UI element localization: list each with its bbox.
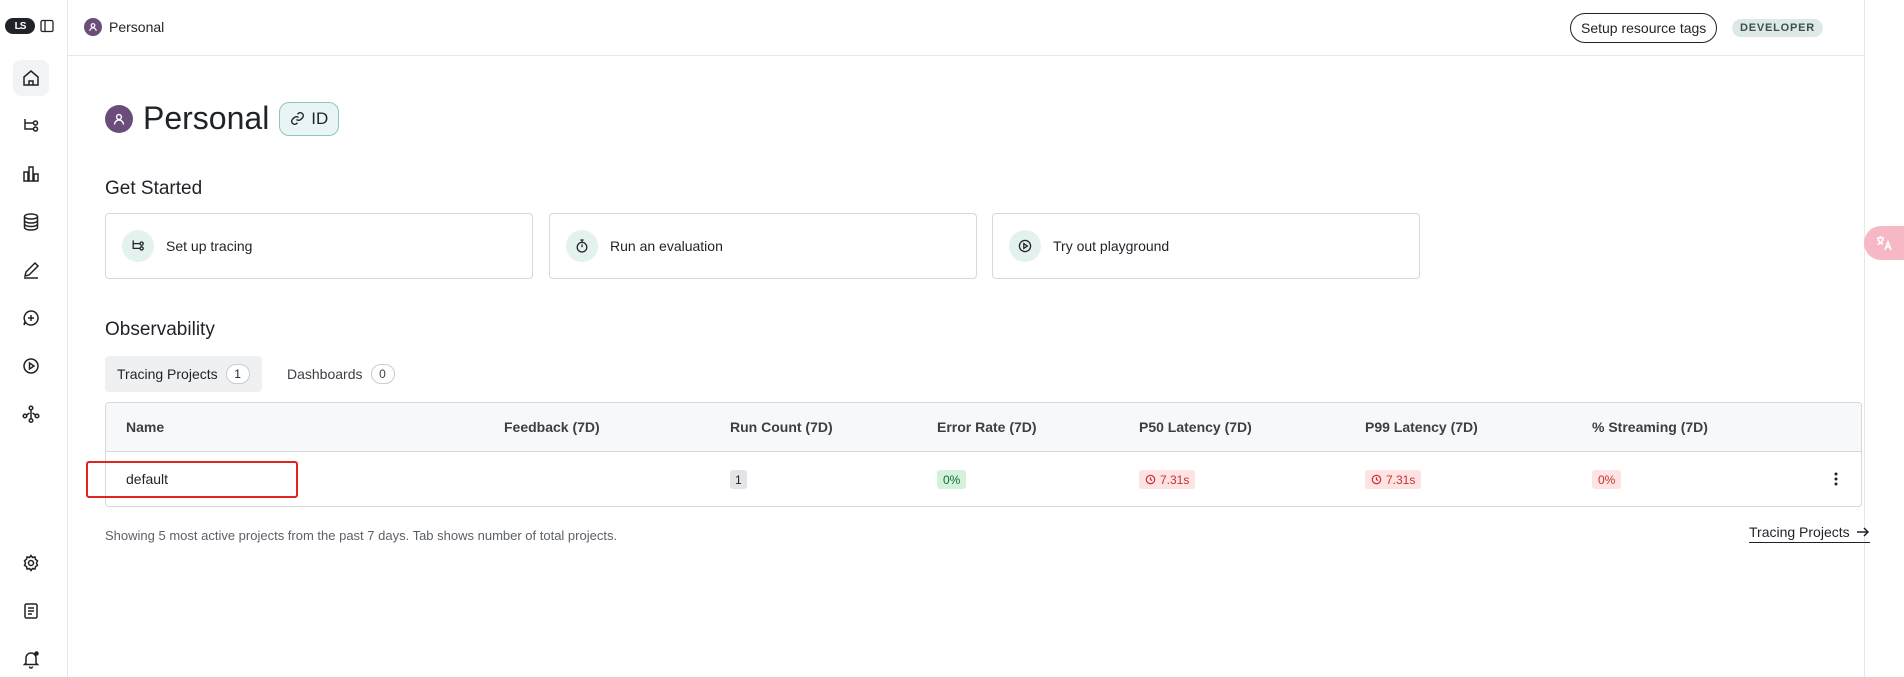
p50-latency-badge: 7.31s: [1139, 470, 1196, 489]
run-evaluation-card[interactable]: Run an evaluation: [549, 213, 977, 279]
try-playground-card[interactable]: Try out playground: [992, 213, 1420, 279]
more-options-icon[interactable]: [1824, 467, 1848, 491]
arrow-right-icon: [1856, 527, 1869, 537]
tab-dashboards[interactable]: Dashboards 0: [275, 356, 407, 392]
translate-icon[interactable]: [1864, 226, 1904, 260]
column-header-p99-latency[interactable]: P99 Latency (7D): [1365, 419, 1478, 435]
workspace-avatar-icon: [84, 18, 102, 36]
docs-icon[interactable]: [13, 593, 49, 629]
p99-latency-value: 7.31s: [1386, 472, 1416, 487]
column-header-feedback[interactable]: Feedback (7D): [504, 419, 600, 435]
sidebar: LS: [0, 0, 68, 677]
workspace-avatar-icon: [105, 104, 133, 133]
highlight-box: [86, 461, 298, 498]
play-circle-icon: [1009, 230, 1041, 262]
annotation-icon[interactable]: [13, 252, 49, 288]
tracing-projects-link[interactable]: Tracing Projects: [1749, 524, 1870, 543]
settings-icon[interactable]: [13, 545, 49, 581]
column-header-streaming[interactable]: % Streaming (7D): [1592, 419, 1708, 435]
column-header-error-rate[interactable]: Error Rate (7D): [937, 419, 1037, 435]
id-chip-label: ID: [311, 108, 329, 128]
tab-label: Tracing Projects: [117, 366, 218, 382]
tab-tracing-projects[interactable]: Tracing Projects 1: [105, 356, 262, 392]
observability-title: Observability: [105, 319, 215, 340]
tab-count-badge: 1: [225, 364, 250, 384]
right-rail: [1864, 0, 1904, 677]
playground-icon[interactable]: [13, 348, 49, 384]
column-header-p50-latency[interactable]: P50 Latency (7D): [1139, 419, 1252, 435]
clock-icon: [1145, 474, 1156, 485]
clock-icon: [1371, 474, 1382, 485]
p99-latency-badge: 7.31s: [1365, 470, 1422, 489]
logo-row: LS: [5, 18, 55, 34]
get-started-title: Get Started: [105, 178, 203, 199]
table-row[interactable]: default 1 0% 7.31s 7.31s 0%: [106, 453, 1861, 506]
environment-badge: DEVELOPER: [1732, 19, 1824, 37]
table-footnote: Showing 5 most active projects from the …: [105, 528, 618, 543]
tracing-projects-table: Name Feedback (7D) Run Count (7D) Error …: [105, 402, 1862, 507]
breadcrumb[interactable]: Personal: [84, 18, 164, 36]
p50-latency-value: 7.31s: [1160, 472, 1190, 487]
dashboards-icon[interactable]: [13, 156, 49, 192]
tracing-icon: [122, 230, 154, 262]
prompts-icon[interactable]: [13, 300, 49, 336]
error-rate-badge: 0%: [937, 470, 967, 489]
page-title: Personal: [143, 100, 270, 136]
set-up-tracing-card[interactable]: Set up tracing: [105, 213, 533, 279]
copy-id-button[interactable]: ID: [279, 101, 340, 136]
home-icon[interactable]: [13, 60, 49, 96]
notifications-icon[interactable]: [13, 641, 49, 677]
setup-resource-tags-button[interactable]: Setup resource tags: [1570, 13, 1718, 43]
card-label: Set up tracing: [166, 238, 253, 254]
streaming-badge: 0%: [1592, 470, 1622, 489]
table-header: Name Feedback (7D) Run Count (7D) Error …: [106, 403, 1861, 452]
page-header: Personal ID: [105, 100, 340, 137]
link-label: Tracing Projects: [1749, 524, 1850, 540]
tab-count-badge: 0: [370, 364, 395, 384]
breadcrumb-label: Personal: [109, 19, 165, 35]
datasets-icon[interactable]: [13, 204, 49, 240]
collapse-sidebar-icon[interactable]: [39, 18, 55, 34]
card-label: Try out playground: [1053, 238, 1170, 254]
run-count-badge: 1: [730, 470, 747, 489]
deployments-icon[interactable]: [13, 396, 49, 432]
column-header-run-count[interactable]: Run Count (7D): [730, 419, 833, 435]
tracing-icon[interactable]: [13, 108, 49, 144]
card-label: Run an evaluation: [610, 238, 723, 254]
app-logo[interactable]: LS: [5, 18, 35, 34]
stopwatch-icon: [566, 230, 598, 262]
tab-label: Dashboards: [287, 366, 363, 382]
column-header-name[interactable]: Name: [126, 419, 164, 435]
link-icon: [291, 112, 305, 125]
